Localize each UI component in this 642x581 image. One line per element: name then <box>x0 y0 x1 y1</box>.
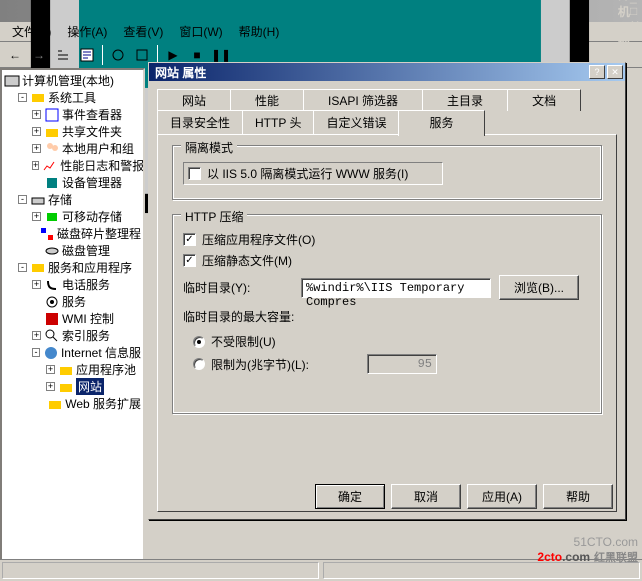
tab-http-headers[interactable]: HTTP 头 <box>242 110 314 134</box>
tab-custom-errors[interactable]: 自定义错误 <box>313 110 399 134</box>
tree-defrag[interactable]: 磁盘碎片整理程 <box>4 225 141 242</box>
max-size-label: 临时目录的最大容量: <box>183 308 591 325</box>
dialog-title: 网站 属性 <box>151 64 589 81</box>
tree-web-ext[interactable]: Web 服务扩展 <box>4 395 141 412</box>
main-window-title: 计算机管理 <box>618 0 630 54</box>
tab-website[interactable]: 网站 <box>157 89 231 111</box>
unlimited-label: 不受限制(U) <box>211 333 276 350</box>
menu-help[interactable]: 帮助(H) <box>231 21 288 42</box>
up-button[interactable] <box>52 44 74 66</box>
ok-button[interactable]: 确定 <box>315 484 385 509</box>
tree-indexing[interactable]: +索引服务 <box>4 327 141 344</box>
maximize-button[interactable]: □ <box>630 4 640 18</box>
menu-view[interactable]: 查看(V) <box>115 21 171 42</box>
compress-app-checkbox[interactable]: ✓ <box>183 233 196 246</box>
apply-button[interactable]: 应用(A) <box>467 484 537 509</box>
isolation-legend: 隔离模式 <box>181 139 237 156</box>
isolation-groupbox: 隔离模式 以 IIS 5.0 隔离模式运行 WWW 服务(I) <box>172 145 602 200</box>
tree-disk-mgmt[interactable]: 磁盘管理 <box>4 242 141 259</box>
compression-legend: HTTP 压缩 <box>181 208 247 225</box>
limit-value-input: 95 <box>367 354 437 374</box>
compress-app-row[interactable]: ✓ 压缩应用程序文件(O) <box>183 231 591 248</box>
watermark: 2cto.com 红黑联盟 <box>537 548 638 565</box>
tree-local-users[interactable]: +本地用户和组 <box>4 140 141 157</box>
tree-wmi[interactable]: WMI 控制 <box>4 310 141 327</box>
temp-dir-label: 临时目录(Y): <box>183 279 293 296</box>
status-pane-1 <box>2 562 319 579</box>
temp-dir-input[interactable]: %windir%\IIS Temporary Compres <box>301 278 491 298</box>
cancel-button[interactable]: 取消 <box>391 484 461 509</box>
watermark-top: 51CTO.com <box>574 535 638 549</box>
tree-storage[interactable]: -存储 <box>4 191 141 208</box>
tab-isapi[interactable]: ISAPI 筛选器 <box>303 89 423 111</box>
tree-services[interactable]: 服务 <box>4 293 141 310</box>
tree-device-mgr[interactable]: 设备管理器 <box>4 174 141 191</box>
tree-removable[interactable]: +可移动存储 <box>4 208 141 225</box>
back-button[interactable]: ← <box>4 44 26 66</box>
menu-file[interactable]: 文件(F) <box>4 21 59 42</box>
tree-root[interactable]: 计算机管理(本地) <box>4 72 141 89</box>
properties-button[interactable] <box>76 44 98 66</box>
menu-window[interactable]: 窗口(W) <box>171 21 230 42</box>
isolation-checkbox[interactable] <box>188 167 201 180</box>
tb-icon-1[interactable] <box>107 44 129 66</box>
tab-dir-security[interactable]: 目录安全性 <box>157 110 243 134</box>
limited-label: 限制为(兆字节)(L): <box>211 356 361 373</box>
compress-app-label: 压缩应用程序文件(O) <box>202 231 315 248</box>
main-window-titlebar: 计算机管理 _ □ ✕ <box>0 0 642 22</box>
tab-performance[interactable]: 性能 <box>230 89 304 111</box>
compress-static-row[interactable]: ✓ 压缩静态文件(M) <box>183 252 591 269</box>
tree-websites[interactable]: +网站 <box>4 378 141 395</box>
tab-documents[interactable]: 文档 <box>507 89 581 111</box>
tab-panel-services: 隔离模式 以 IIS 5.0 隔离模式运行 WWW 服务(I) HTTP 压缩 … <box>157 134 617 512</box>
tree-iis[interactable]: -Internet 信息服 <box>4 344 141 361</box>
tree-view[interactable]: 计算机管理(本地) -系统工具 +事件查看器 +共享文件夹 +本地用户和组 +性… <box>0 68 145 581</box>
dialog-help-button[interactable]: ? <box>589 65 605 79</box>
unlimited-radio[interactable] <box>193 336 205 348</box>
dialog-close-button[interactable]: ✕ <box>607 65 623 79</box>
compress-static-label: 压缩静态文件(M) <box>202 252 292 269</box>
tree-services-apps[interactable]: -服务和应用程序 <box>4 259 141 276</box>
tree-perf-logs[interactable]: +性能日志和警报 <box>4 157 141 174</box>
help-button[interactable]: 帮助 <box>543 484 613 509</box>
tree-shared-folders[interactable]: +共享文件夹 <box>4 123 141 140</box>
browse-button[interactable]: 浏览(B)... <box>499 275 579 300</box>
forward-button[interactable]: → <box>28 44 50 66</box>
properties-dialog: 网站 属性 ? ✕ 网站 性能 ISAPI 筛选器 主目录 文档 目录安全性 H… <box>148 62 626 520</box>
tree-telephony[interactable]: +电话服务 <box>4 276 141 293</box>
tab-homedir[interactable]: 主目录 <box>422 89 508 111</box>
limited-radio[interactable] <box>193 358 205 370</box>
close-button[interactable]: ✕ <box>630 18 640 32</box>
isolation-label: 以 IIS 5.0 隔离模式运行 WWW 服务(I) <box>207 165 408 182</box>
menu-action[interactable]: 操作(A) <box>59 21 115 42</box>
isolation-checkbox-row[interactable]: 以 IIS 5.0 隔离模式运行 WWW 服务(I) <box>183 162 443 185</box>
compress-static-checkbox[interactable]: ✓ <box>183 254 196 267</box>
unlimited-row[interactable]: 不受限制(U) <box>193 333 591 350</box>
tree-event-viewer[interactable]: +事件查看器 <box>4 106 141 123</box>
compression-groupbox: HTTP 压缩 ✓ 压缩应用程序文件(O) ✓ 压缩静态文件(M) 临时目录(Y… <box>172 214 602 414</box>
tree-system-tools[interactable]: -系统工具 <box>4 89 141 106</box>
tree-app-pools[interactable]: +应用程序池 <box>4 361 141 378</box>
limited-row[interactable]: 限制为(兆字节)(L): 95 <box>193 354 591 374</box>
dialog-titlebar: 网站 属性 ? ✕ <box>149 63 625 81</box>
tab-services[interactable]: 服务 <box>398 110 484 136</box>
